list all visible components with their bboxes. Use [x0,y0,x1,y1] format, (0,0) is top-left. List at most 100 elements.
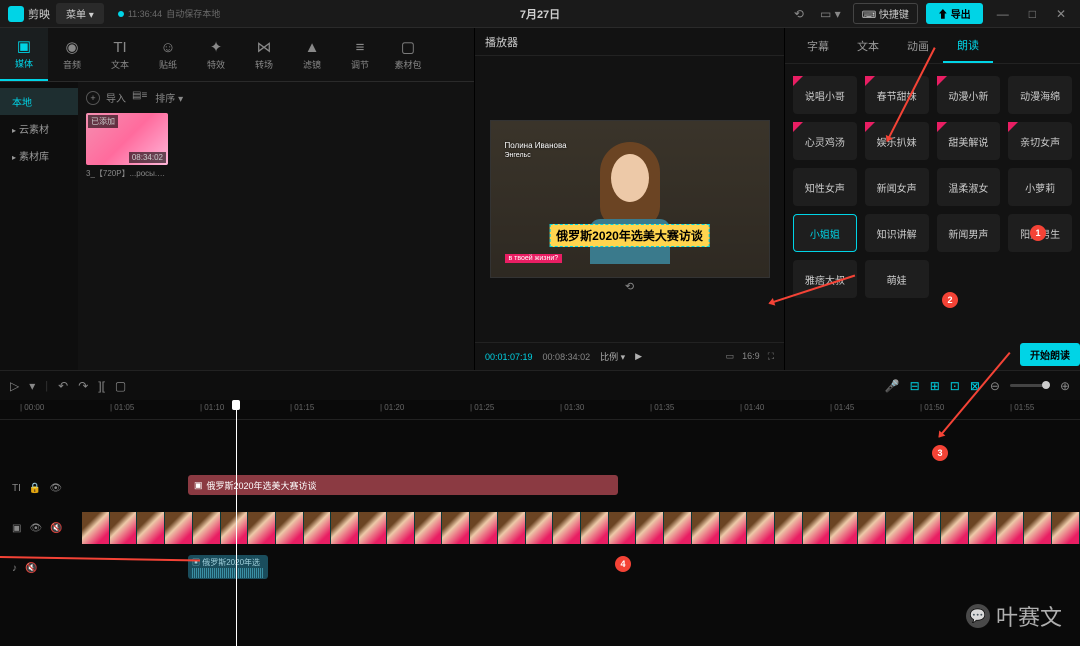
dropdown-icon[interactable]: ▾ [29,379,35,393]
title-overlay[interactable]: 俄罗斯2020年选美大赛访谈 [549,224,710,247]
snap-icon-3[interactable]: ⊡ [950,379,960,393]
shortcut-button[interactable]: ⌨ 快捷键 [853,3,918,24]
voice-小姐姐[interactable]: 小姐姐 [793,214,857,252]
voice-春节甜妹[interactable]: 春节甜妹 [865,76,929,114]
tool-tab-文本[interactable]: TI文本 [96,28,144,81]
timeline-ruler[interactable]: | 00:00| 01:05| 01:10| 01:15| 01:20| 01:… [0,400,1080,420]
voice-亲切女声[interactable]: 亲切女声 [1008,122,1072,160]
text-track-head: TI🔒👁 [0,483,82,494]
minimize-button[interactable]: — [991,7,1015,21]
side-item-云素材[interactable]: ▸云素材 [0,115,78,142]
app-logo [8,6,24,22]
split-icon[interactable]: ][ [98,379,105,393]
video-track-head: ▣👁🔇 [0,523,82,534]
tool-tab-转场[interactable]: ⋈转场 [240,28,288,81]
media-item[interactable]: 已添加 08:34:02 3_【720P】...росы.mp4 [86,113,168,179]
total-time: 00:08:34:02 [543,352,591,362]
fullscreen-icon[interactable]: ⛶ [768,351,774,362]
current-time: 00:01:07:19 [485,352,533,362]
voice-新闻男声[interactable]: 新闻男声 [937,214,1001,252]
tool-tab-媒体[interactable]: ▣媒体 [0,28,48,81]
mic-icon[interactable]: 🎤 [885,379,900,393]
maximize-button[interactable]: □ [1023,7,1042,21]
media-panel: ▣媒体◉音频TI文本☺贴纸✦特效⋈转场▲滤镜≡调节▢素材包 本地▸云素材▸素材库… [0,28,475,370]
tool-tab-贴纸[interactable]: ☺贴纸 [144,28,192,81]
play-button[interactable]: ▶ [635,351,642,362]
ruler-tick: | 01:45 [830,403,854,412]
added-badge: 已添加 [88,115,118,128]
video-clip[interactable] [82,512,1080,544]
start-read-button[interactable]: 开始朗读 [1020,343,1080,366]
side-item-本地[interactable]: 本地 [0,88,78,115]
annotation-2: 2 [942,292,958,308]
menu-button[interactable]: 菜单 ▾ [56,3,104,24]
tool-tab-素材包[interactable]: ▢素材包 [384,28,432,81]
inspector-tab-文本[interactable]: 文本 [843,28,893,63]
voice-动漫海绵[interactable]: 动漫海绵 [1008,76,1072,114]
voice-萌娃[interactable]: 萌娃 [865,260,929,298]
watermark: 💬叶赛文 [966,600,1062,632]
zoom-out-icon[interactable]: ⊖ [990,379,1000,393]
voice-知识讲解[interactable]: 知识讲解 [865,214,929,252]
ratio-dropdown[interactable]: 比例 ▾ [600,350,625,363]
pointer-tool[interactable]: ▷ [10,379,19,393]
mute-icon[interactable]: 🔇 [25,563,37,574]
voice-说唱小哥[interactable]: 说唱小哥 [793,76,857,114]
voice-甜美解说[interactable]: 甜美解说 [937,122,1001,160]
video-preview[interactable]: Полина ИвановаЭнгельс 俄罗斯2020年选美大赛访谈 в т… [490,120,770,278]
snap-icon-2[interactable]: ⊞ [930,379,940,393]
layout-icon[interactable]: ▭ ▾ [816,5,845,23]
audio-clip[interactable]: ▣ 俄罗斯2020年选 [188,555,268,579]
tool-tab-调节[interactable]: ≡调节 [336,28,384,81]
text-clip[interactable]: ▣俄罗斯2020年选美大赛访谈 [188,475,618,495]
inspector-tab-朗读[interactable]: 朗读 [943,28,993,63]
redo-icon[interactable]: ↷ [78,379,88,393]
aspect-icon[interactable]: 16:9 [742,351,760,362]
ruler-tick: | 01:35 [650,403,674,412]
reset-icon[interactable]: ⟲ [625,280,634,293]
lock-icon[interactable]: 🔒 [29,483,41,494]
eye-icon[interactable]: 👁 [49,483,62,494]
view-mode-icon[interactable]: ▤≡ [132,90,147,105]
voice-温柔淑女[interactable]: 温柔淑女 [937,168,1001,206]
playhead[interactable] [236,400,237,646]
eye-icon[interactable]: 👁 [29,523,42,534]
caption-name: Полина ИвановаЭнгельс [505,141,567,159]
undo-icon[interactable]: ↶ [58,379,68,393]
ruler-tick: | 01:10 [200,403,224,412]
voice-知性女声[interactable]: 知性女声 [793,168,857,206]
ruler-tick: | 01:05 [110,403,134,412]
zoom-slider[interactable] [1010,384,1050,387]
mute-icon[interactable]: 🔇 [50,523,62,534]
media-duration: 08:34:02 [129,152,166,163]
sort-dropdown[interactable]: 排序 ▾ [155,90,183,105]
ruler-tick: | 00:00 [20,403,44,412]
export-button[interactable]: ⬆ 导出 [926,3,983,24]
tool-tab-滤镜[interactable]: ▲滤镜 [288,28,336,81]
side-item-素材库[interactable]: ▸素材库 [0,142,78,169]
player-header: 播放器 [475,28,784,56]
player-controls: 00:01:07:19 00:08:34:02 比例 ▾ ▶ ▭ 16:9 ⛶ [475,342,784,370]
import-button[interactable]: + [86,91,100,105]
safe-zone-icon[interactable]: ▭ [726,351,735,362]
inspector-tab-动画[interactable]: 动画 [893,28,943,63]
delete-icon[interactable]: ▢ [115,379,126,393]
voice-心灵鸡汤[interactable]: 心灵鸡汤 [793,122,857,160]
inspector-tab-字幕[interactable]: 字幕 [793,28,843,63]
tool-tab-特效[interactable]: ✦特效 [192,28,240,81]
timeline[interactable]: | 00:00| 01:05| 01:10| 01:15| 01:20| 01:… [0,400,1080,646]
voice-小萝莉[interactable]: 小萝莉 [1008,168,1072,206]
tool-tab-音频[interactable]: ◉音频 [48,28,96,81]
voice-grid: 说唱小哥春节甜妹动漫小新动漫海绵心灵鸡汤娱乐扒妹甜美解说亲切女声知性女声新闻女声… [785,64,1080,310]
zoom-in-icon[interactable]: ⊕ [1060,379,1070,393]
ruler-tick: | 01:50 [920,403,944,412]
media-filename: 3_【720P】...росы.mp4 [86,168,168,179]
titlebar: 剪映 菜单 ▾ 11:36:44 自动保存本地 7月27日 ⟲ ▭ ▾ ⌨ 快捷… [0,0,1080,28]
import-label: 导入 [106,90,126,105]
snap-icon-1[interactable]: ⊟ [910,379,920,393]
history-icon[interactable]: ⟲ [790,5,808,23]
voice-新闻女声[interactable]: 新闻女声 [865,168,929,206]
close-button[interactable]: ✕ [1050,7,1072,21]
voice-动漫小新[interactable]: 动漫小新 [937,76,1001,114]
voice-娱乐扒妹[interactable]: 娱乐扒妹 [865,122,929,160]
